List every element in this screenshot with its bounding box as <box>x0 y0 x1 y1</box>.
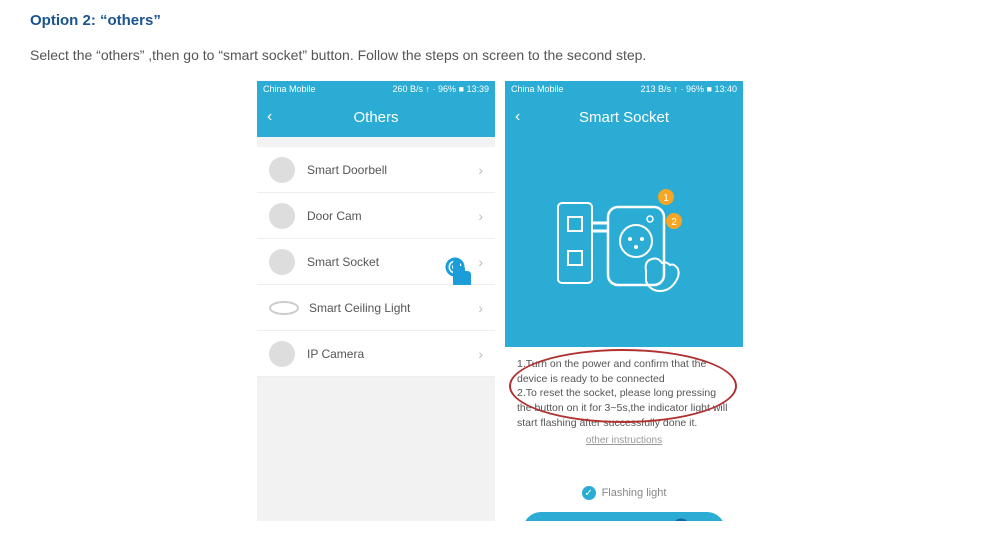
list-item[interactable]: Door Cam › <box>257 193 495 239</box>
flashing-label: Flashing light <box>602 487 667 499</box>
chevron-right-icon: › <box>478 162 483 178</box>
chevron-right-icon: › <box>478 346 483 362</box>
list-item-smart-socket[interactable]: Smart Socket › <box>257 239 495 285</box>
page-subtext: Select the “others” ,then go to “smart s… <box>30 47 970 63</box>
device-list: Smart Doorbell › Door Cam › Smart Socket… <box>257 137 495 377</box>
nav-bar: ‹ Smart Socket <box>505 97 743 137</box>
list-item-label: IP Camera <box>307 347 478 361</box>
chevron-right-icon: › <box>478 300 483 316</box>
carrier-label: China Mobile <box>511 84 564 94</box>
tap-hand-icon <box>665 518 701 521</box>
ceiling-light-icon <box>269 301 299 315</box>
svg-text:2: 2 <box>671 217 677 228</box>
next-button[interactable]: Next <box>523 512 725 521</box>
phone-others-list: China Mobile 260 B/s ↑ · 96% ■ 13:39 ‹ O… <box>257 81 495 521</box>
nav-bar: ‹ Others <box>257 97 495 137</box>
instructions-box: 1.Turn on the power and confirm that the… <box>505 347 743 466</box>
back-icon[interactable]: ‹ <box>515 108 520 126</box>
instruction-line-1: 1.Turn on the power and confirm that the… <box>517 357 731 386</box>
list-item[interactable]: Smart Doorbell › <box>257 147 495 193</box>
list-item-label: Door Cam <box>307 209 478 223</box>
socket-illustration: 1 2 <box>505 137 743 347</box>
phone-smart-socket: China Mobile 213 B/s ↑ · 96% ■ 13:40 ‹ S… <box>505 81 743 521</box>
status-right: 213 B/s ↑ · 96% ■ 13:40 <box>641 84 738 94</box>
page-heading: Option 2: “others” <box>30 12 970 29</box>
check-icon: ✓ <box>582 486 596 500</box>
doorcam-icon <box>269 203 295 229</box>
back-icon[interactable]: ‹ <box>267 108 272 126</box>
list-item-label: Smart Doorbell <box>307 163 478 177</box>
phone-screenshots: China Mobile 260 B/s ↑ · 96% ■ 13:39 ‹ O… <box>30 81 970 521</box>
status-bar: China Mobile 260 B/s ↑ · 96% ■ 13:39 <box>257 81 495 97</box>
carrier-label: China Mobile <box>263 84 316 94</box>
camera-icon <box>269 341 295 367</box>
flashing-light-row[interactable]: ✓ Flashing light <box>505 486 743 500</box>
list-item[interactable]: IP Camera › <box>257 331 495 377</box>
nav-title: Others <box>353 109 398 126</box>
instruction-line-2: 2.To reset the socket, please long press… <box>517 386 731 430</box>
list-item-label: Smart Socket <box>307 255 478 269</box>
chevron-right-icon: › <box>478 254 483 270</box>
nav-title: Smart Socket <box>579 109 669 126</box>
list-item-label: Smart Ceiling Light <box>309 301 478 315</box>
list-item[interactable]: Smart Ceiling Light › <box>257 285 495 331</box>
svg-text:1: 1 <box>663 193 669 204</box>
status-right: 260 B/s ↑ · 96% ■ 13:39 <box>393 84 490 94</box>
other-instructions-link[interactable]: other instructions <box>517 434 731 448</box>
doorbell-icon <box>269 157 295 183</box>
chevron-right-icon: › <box>478 208 483 224</box>
status-bar: China Mobile 213 B/s ↑ · 96% ■ 13:40 <box>505 81 743 97</box>
socket-icon <box>269 249 295 275</box>
